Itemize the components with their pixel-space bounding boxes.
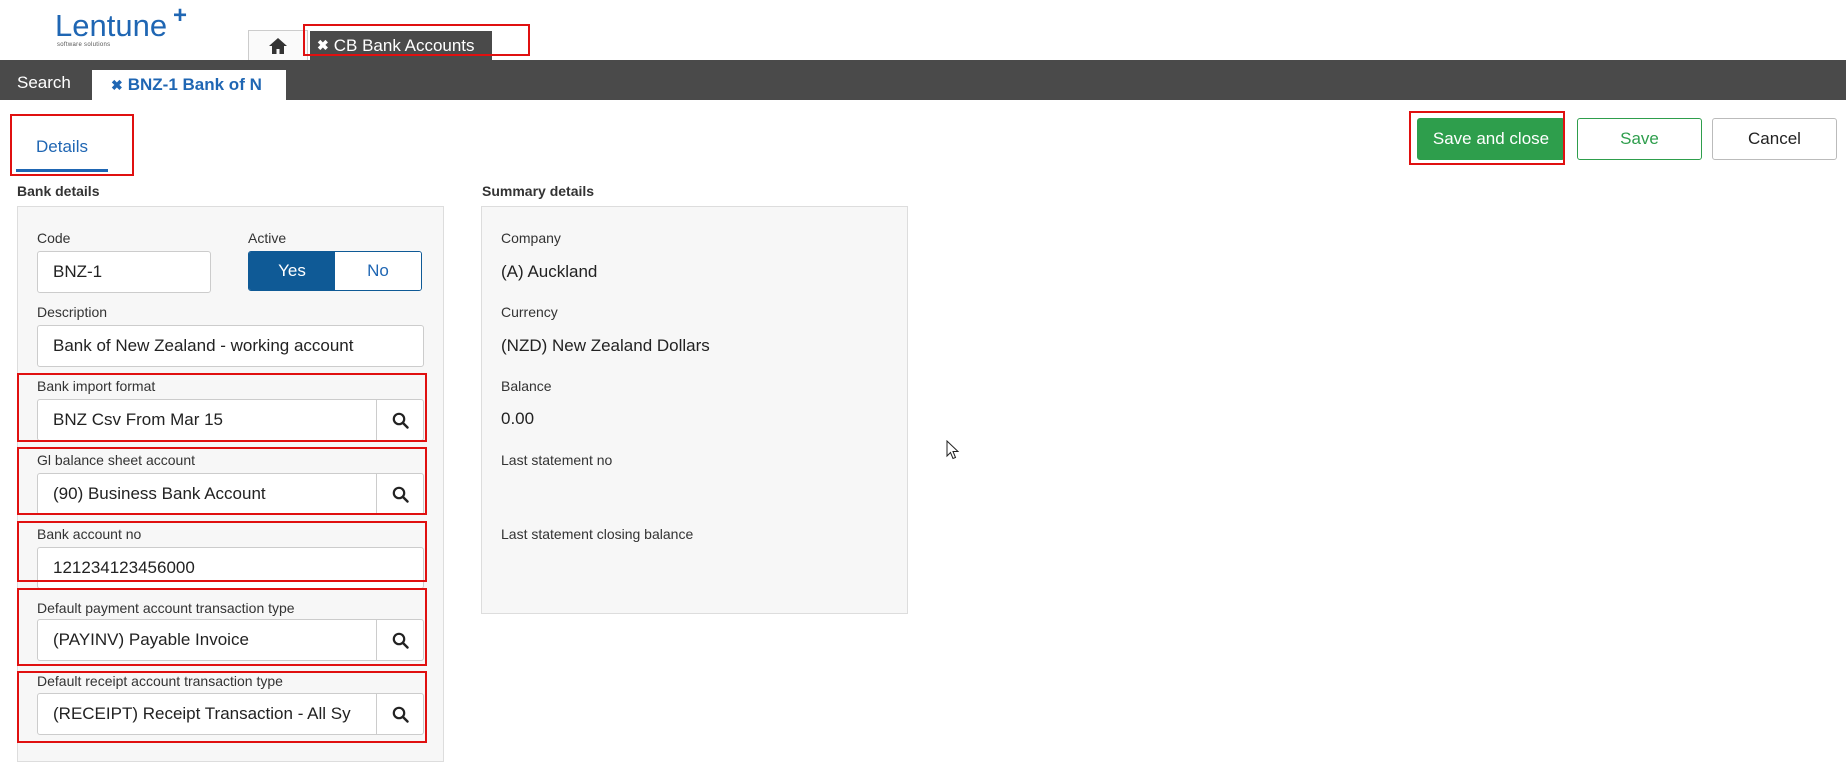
company-label: Company [501,230,561,246]
logo-plus-icon: + [173,2,188,29]
highlight-module-tab [303,24,530,56]
active-label: Active [248,230,287,246]
highlight-bank-account-no [17,521,427,582]
cancel-button[interactable]: Cancel [1712,118,1837,160]
highlight-save-and-close [1409,111,1565,165]
lentune-logo[interactable]: Lentune + software solutions [55,2,187,48]
home-tab[interactable] [248,30,308,60]
record-tab-bnz-1[interactable]: ✖ BNZ-1 Bank of N [92,70,286,100]
active-no-option[interactable]: No [335,252,421,290]
description-input[interactable]: Bank of New Zealand - working account [37,325,424,367]
summary-details-heading: Summary details [482,183,595,199]
currency-value: (NZD) New Zealand Dollars [501,336,710,355]
active-toggle: Yes No [248,251,422,291]
app-header: Lentune + software solutions ✖ CB Bank A… [0,0,1846,60]
logo-wordmark: Lentune [55,8,168,43]
save-button[interactable]: Save [1577,118,1702,160]
highlight-receipt-type [17,671,427,743]
balance-value: 0.00 [501,409,535,428]
code-input[interactable]: BNZ-1 [37,251,211,293]
close-record-icon[interactable]: ✖ [111,77,123,94]
home-icon [269,37,287,54]
bank-details-heading: Bank details [17,183,100,199]
description-label: Description [37,304,108,320]
last-statement-no-label: Last statement no [501,452,613,468]
highlight-payment-type [17,588,427,666]
last-closing-balance-label: Last statement closing balance [501,526,694,542]
record-tab-label: BNZ-1 Bank of N [127,75,262,94]
balance-label: Balance [501,378,552,394]
company-value: (A) Auckland [501,262,598,281]
nav-search-tab[interactable]: Search [17,73,71,93]
currency-label: Currency [501,304,558,320]
highlight-bank-import-format [17,373,427,442]
code-label: Code [37,230,71,246]
logo-tagline: software solutions [57,42,111,48]
highlight-gl-account [17,447,427,515]
active-yes-option[interactable]: Yes [249,252,335,290]
highlight-details-tab [10,114,134,176]
mouse-cursor-icon [946,440,960,460]
